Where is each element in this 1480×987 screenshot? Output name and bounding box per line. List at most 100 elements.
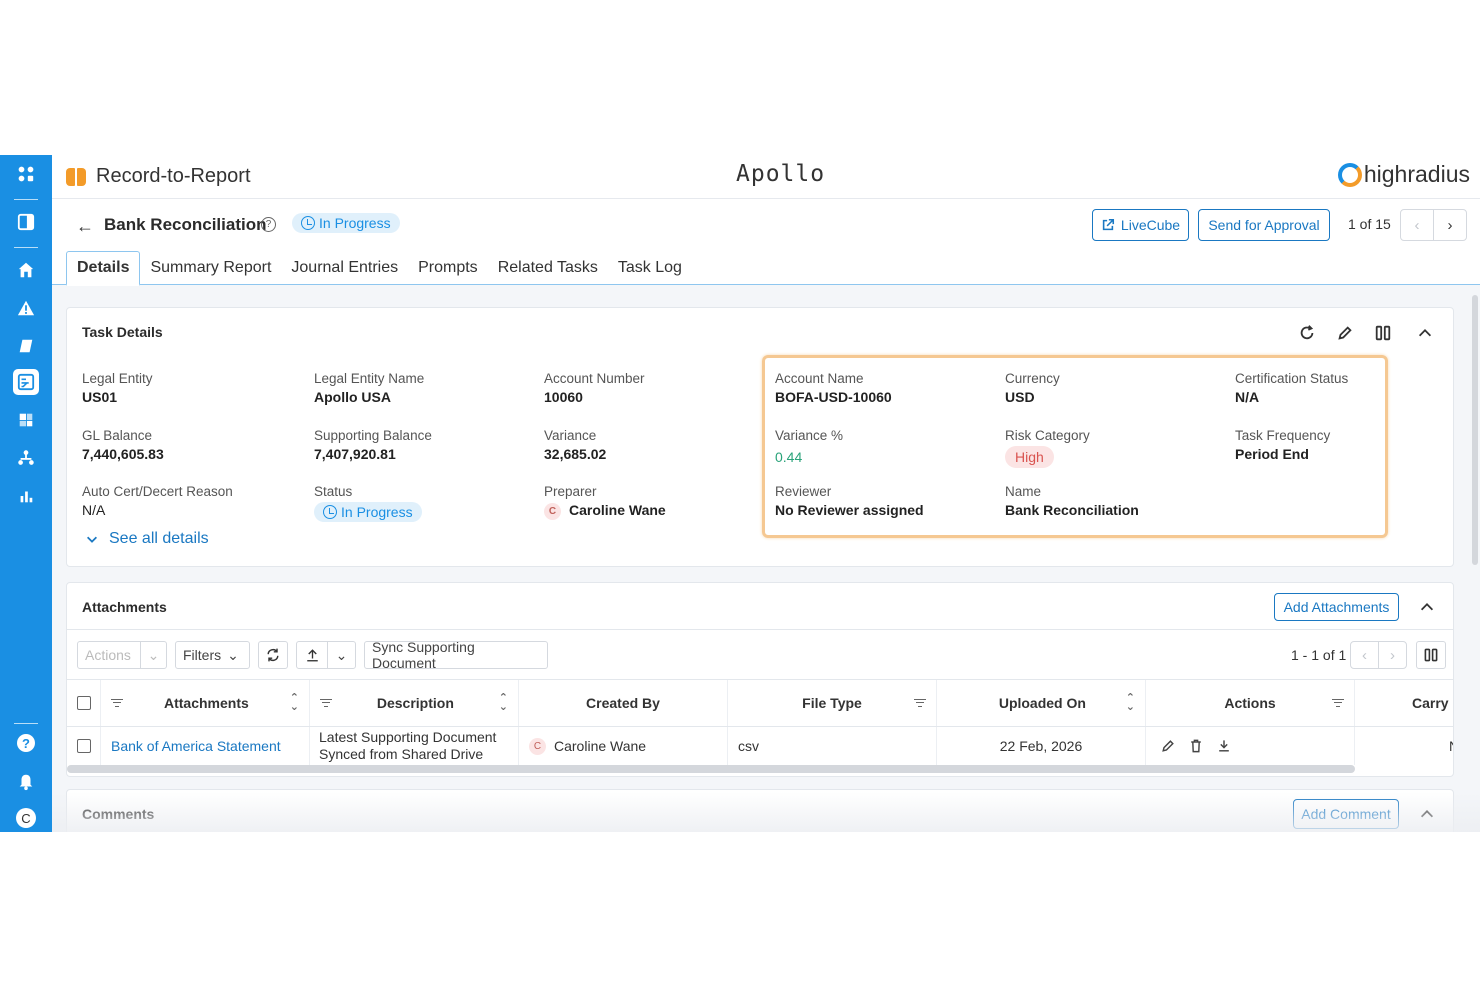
- sync-icon[interactable]: [258, 641, 288, 669]
- tab-details[interactable]: Details: [66, 251, 141, 286]
- grid-prev-button[interactable]: ‹: [1351, 642, 1379, 668]
- clock-icon: [301, 216, 315, 230]
- cell-created-by: C Caroline Wane: [519, 727, 728, 765]
- attachments-grid-header: Attachments ⌃ ⌄ Description ⌃ ⌄ Created By…: [67, 679, 1453, 727]
- next-record-button[interactable]: ›: [1434, 210, 1466, 240]
- filter-menu-icon[interactable]: [111, 698, 123, 708]
- tab-prompts[interactable]: Prompts: [408, 251, 488, 285]
- add-attachments-button[interactable]: Add Attachments: [1274, 593, 1399, 621]
- sync-supporting-document-button[interactable]: Sync Supporting Document: [364, 639, 548, 671]
- home-icon[interactable]: [13, 257, 39, 283]
- tab-task-log[interactable]: Task Log: [608, 251, 692, 285]
- external-link-icon: [1102, 218, 1114, 231]
- alert-icon[interactable]: [13, 295, 39, 321]
- user-avatar[interactable]: C: [13, 805, 39, 831]
- field-preparer: Preparer C Caroline Wane: [544, 484, 666, 520]
- row-checkbox[interactable]: [76, 739, 91, 753]
- brand-name: Apollo: [736, 161, 826, 187]
- collapse-chevron-up-icon[interactable]: [1417, 597, 1437, 617]
- filter-menu-icon[interactable]: [320, 698, 332, 708]
- prev-record-button[interactable]: ‹: [1401, 210, 1434, 240]
- notifications-bell-icon[interactable]: [13, 769, 39, 795]
- grid-next-button[interactable]: ›: [1379, 642, 1406, 668]
- attachments-title: Attachments: [82, 599, 167, 615]
- trash-icon[interactable]: [1188, 738, 1204, 754]
- field-account-name: Account Name BOFA-USD-10060: [775, 371, 892, 405]
- field-gl-balance: GL Balance 7,440,605.83: [82, 428, 164, 462]
- company-logo: highradius: [1337, 161, 1470, 188]
- analytics-icon[interactable]: [13, 483, 39, 509]
- back-arrow-icon[interactable]: ←: [76, 216, 94, 237]
- col-attachments[interactable]: Attachments ⌃ ⌄: [101, 680, 310, 726]
- edit-pencil-icon[interactable]: [1160, 738, 1176, 754]
- question-circle-icon[interactable]: ?: [261, 217, 276, 232]
- columns-layout-icon[interactable]: [1416, 641, 1446, 669]
- col-file-type[interactable]: File Type: [728, 680, 937, 726]
- hierarchy-icon[interactable]: [13, 445, 39, 471]
- task-details-title: Task Details: [82, 324, 163, 340]
- tasks-icon[interactable]: [13, 369, 39, 395]
- apps-grid-icon[interactable]: [13, 161, 39, 187]
- tab-related-tasks[interactable]: Related Tasks: [488, 251, 608, 285]
- vertical-scrollbar[interactable]: [1472, 295, 1478, 565]
- col-created-by[interactable]: Created By: [519, 680, 728, 726]
- refresh-icon[interactable]: [1297, 323, 1317, 343]
- documents-icon[interactable]: [13, 407, 39, 433]
- help-icon[interactable]: ?: [13, 730, 39, 756]
- cell-description: Latest Supporting Document Synced from S…: [310, 727, 519, 765]
- filter-menu-icon[interactable]: [914, 698, 926, 708]
- filters-dropdown[interactable]: Filters ⌄: [175, 641, 250, 669]
- collapse-chevron-up-icon[interactable]: [1415, 323, 1435, 343]
- field-account-number: Account Number 10060: [544, 371, 645, 405]
- livecube-button-label: LiveCube: [1120, 217, 1181, 233]
- book-logo-icon: [66, 167, 86, 186]
- sort-icon[interactable]: ⌃ ⌄: [499, 693, 508, 713]
- select-all-checkbox-cell: [67, 680, 101, 726]
- cell-file-type: csv: [728, 727, 937, 765]
- col-description[interactable]: Description ⌃ ⌄: [310, 680, 519, 726]
- status-badge-label: In Progress: [319, 215, 391, 231]
- rail-divider: [14, 723, 38, 724]
- preparer-avatar: C: [544, 502, 561, 520]
- filter-menu-icon[interactable]: [1332, 698, 1344, 708]
- download-icon[interactable]: [1216, 738, 1232, 754]
- grid-range-text: 1 - 1 of 1: [1291, 647, 1347, 663]
- col-carry[interactable]: Carry I: [1355, 680, 1453, 726]
- columns-layout-icon[interactable]: [1373, 323, 1393, 343]
- page-header: ← Bank Reconciliation ? In Progress Live…: [52, 199, 1480, 286]
- record-pager-text: 1 of 15: [1348, 216, 1391, 232]
- field-supporting-balance: Supporting Balance 7,407,920.81: [314, 428, 432, 462]
- col-uploaded-on[interactable]: Uploaded On ⌃ ⌄: [937, 680, 1146, 726]
- top-bar: Record-to-Report Apollo highradius: [52, 155, 1480, 199]
- field-status: Status In Progress: [314, 484, 422, 524]
- rail-divider: [14, 199, 38, 200]
- module-title[interactable]: Record-to-Report: [66, 165, 251, 188]
- panel-toggle-icon[interactable]: [13, 209, 39, 235]
- upload-dropdown[interactable]: ⌄: [296, 641, 356, 669]
- tab-summary-report[interactable]: Summary Report: [140, 251, 281, 285]
- tab-journal-entries[interactable]: Journal Entries: [281, 251, 408, 285]
- add-comment-button[interactable]: Add Comment: [1293, 799, 1399, 829]
- sort-icon[interactable]: ⌃ ⌄: [290, 693, 299, 713]
- select-all-checkbox[interactable]: [76, 696, 91, 710]
- notes-icon[interactable]: [13, 333, 39, 359]
- status-badge: In Progress: [292, 213, 400, 233]
- field-legal-entity-name: Legal Entity Name Apollo USA: [314, 371, 425, 405]
- send-for-approval-button[interactable]: Send for Approval: [1198, 209, 1330, 241]
- sort-icon[interactable]: ⌃ ⌄: [1126, 693, 1135, 713]
- actions-dropdown[interactable]: Actions ⌄: [77, 641, 167, 669]
- livecube-button[interactable]: LiveCube: [1092, 209, 1189, 241]
- detail-tabs: Details Summary Report Journal Entries P…: [66, 251, 692, 286]
- grid-pager: ‹ ›: [1350, 641, 1407, 669]
- chevron-down-icon: [87, 536, 97, 543]
- cell-attachment: Bank of America Statement: [101, 727, 310, 765]
- attachment-link[interactable]: Bank of America Statement: [111, 738, 281, 754]
- edit-pencil-icon[interactable]: [1335, 323, 1355, 343]
- cell-actions: [1146, 727, 1355, 765]
- left-nav-rail: ? C: [0, 155, 52, 832]
- horizontal-scrollbar[interactable]: [67, 765, 1355, 773]
- collapse-chevron-up-icon[interactable]: [1417, 804, 1437, 824]
- record-pager: ‹ ›: [1400, 209, 1467, 241]
- see-all-details-link[interactable]: See all details: [85, 530, 209, 548]
- field-auto-cert-reason: Auto Cert/Decert Reason N/A: [82, 484, 233, 518]
